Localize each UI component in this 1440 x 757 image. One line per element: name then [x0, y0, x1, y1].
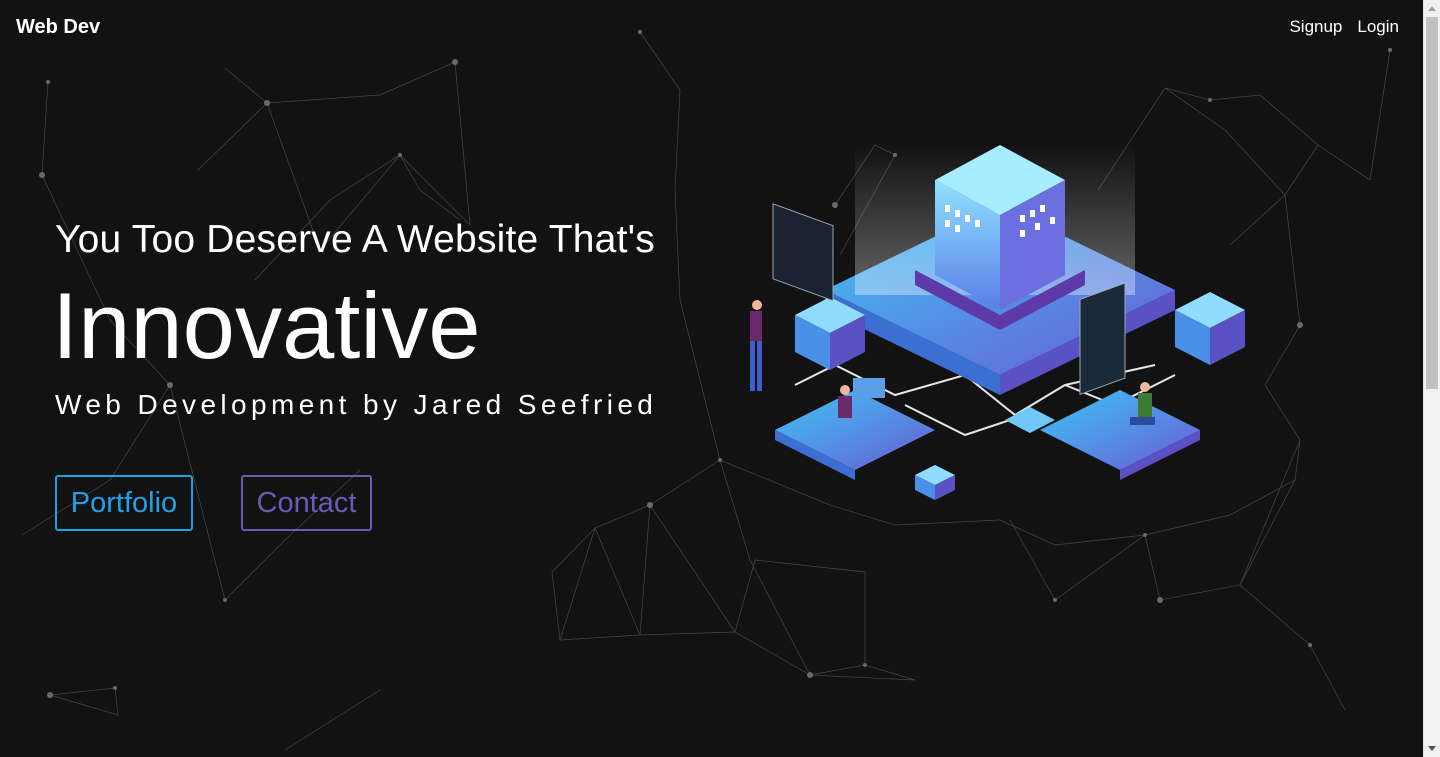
contact-button[interactable]: Contact — [241, 475, 372, 531]
brand-logo[interactable]: Web Dev — [16, 16, 100, 39]
scroll-up-icon[interactable] — [1428, 6, 1436, 11]
vertical-scrollbar[interactable] — [1423, 0, 1440, 757]
hero-big-word: Innovative — [52, 273, 481, 378]
scroll-down-icon[interactable] — [1428, 746, 1436, 751]
signup-link[interactable]: Signup — [1289, 17, 1342, 37]
page: Web Dev Signup Login You Too Deserve A W… — [0, 0, 1440, 757]
portfolio-button[interactable]: Portfolio — [55, 475, 193, 531]
navbar: Web Dev Signup Login — [0, 0, 1423, 55]
isometric-server-illustration — [750, 145, 1245, 500]
scroll-thumb[interactable] — [1426, 17, 1438, 389]
hero-buttons: Portfolio Contact — [55, 475, 372, 531]
hero-tagline: Web Development by Jared Seefried — [55, 389, 658, 420]
hero-text: You Too Deserve A Website That's Innovat… — [52, 218, 658, 422]
hero-headline: You Too Deserve A Website That's — [55, 218, 655, 261]
nav-links: Signup Login — [1289, 17, 1399, 37]
login-link[interactable]: Login — [1357, 17, 1399, 37]
